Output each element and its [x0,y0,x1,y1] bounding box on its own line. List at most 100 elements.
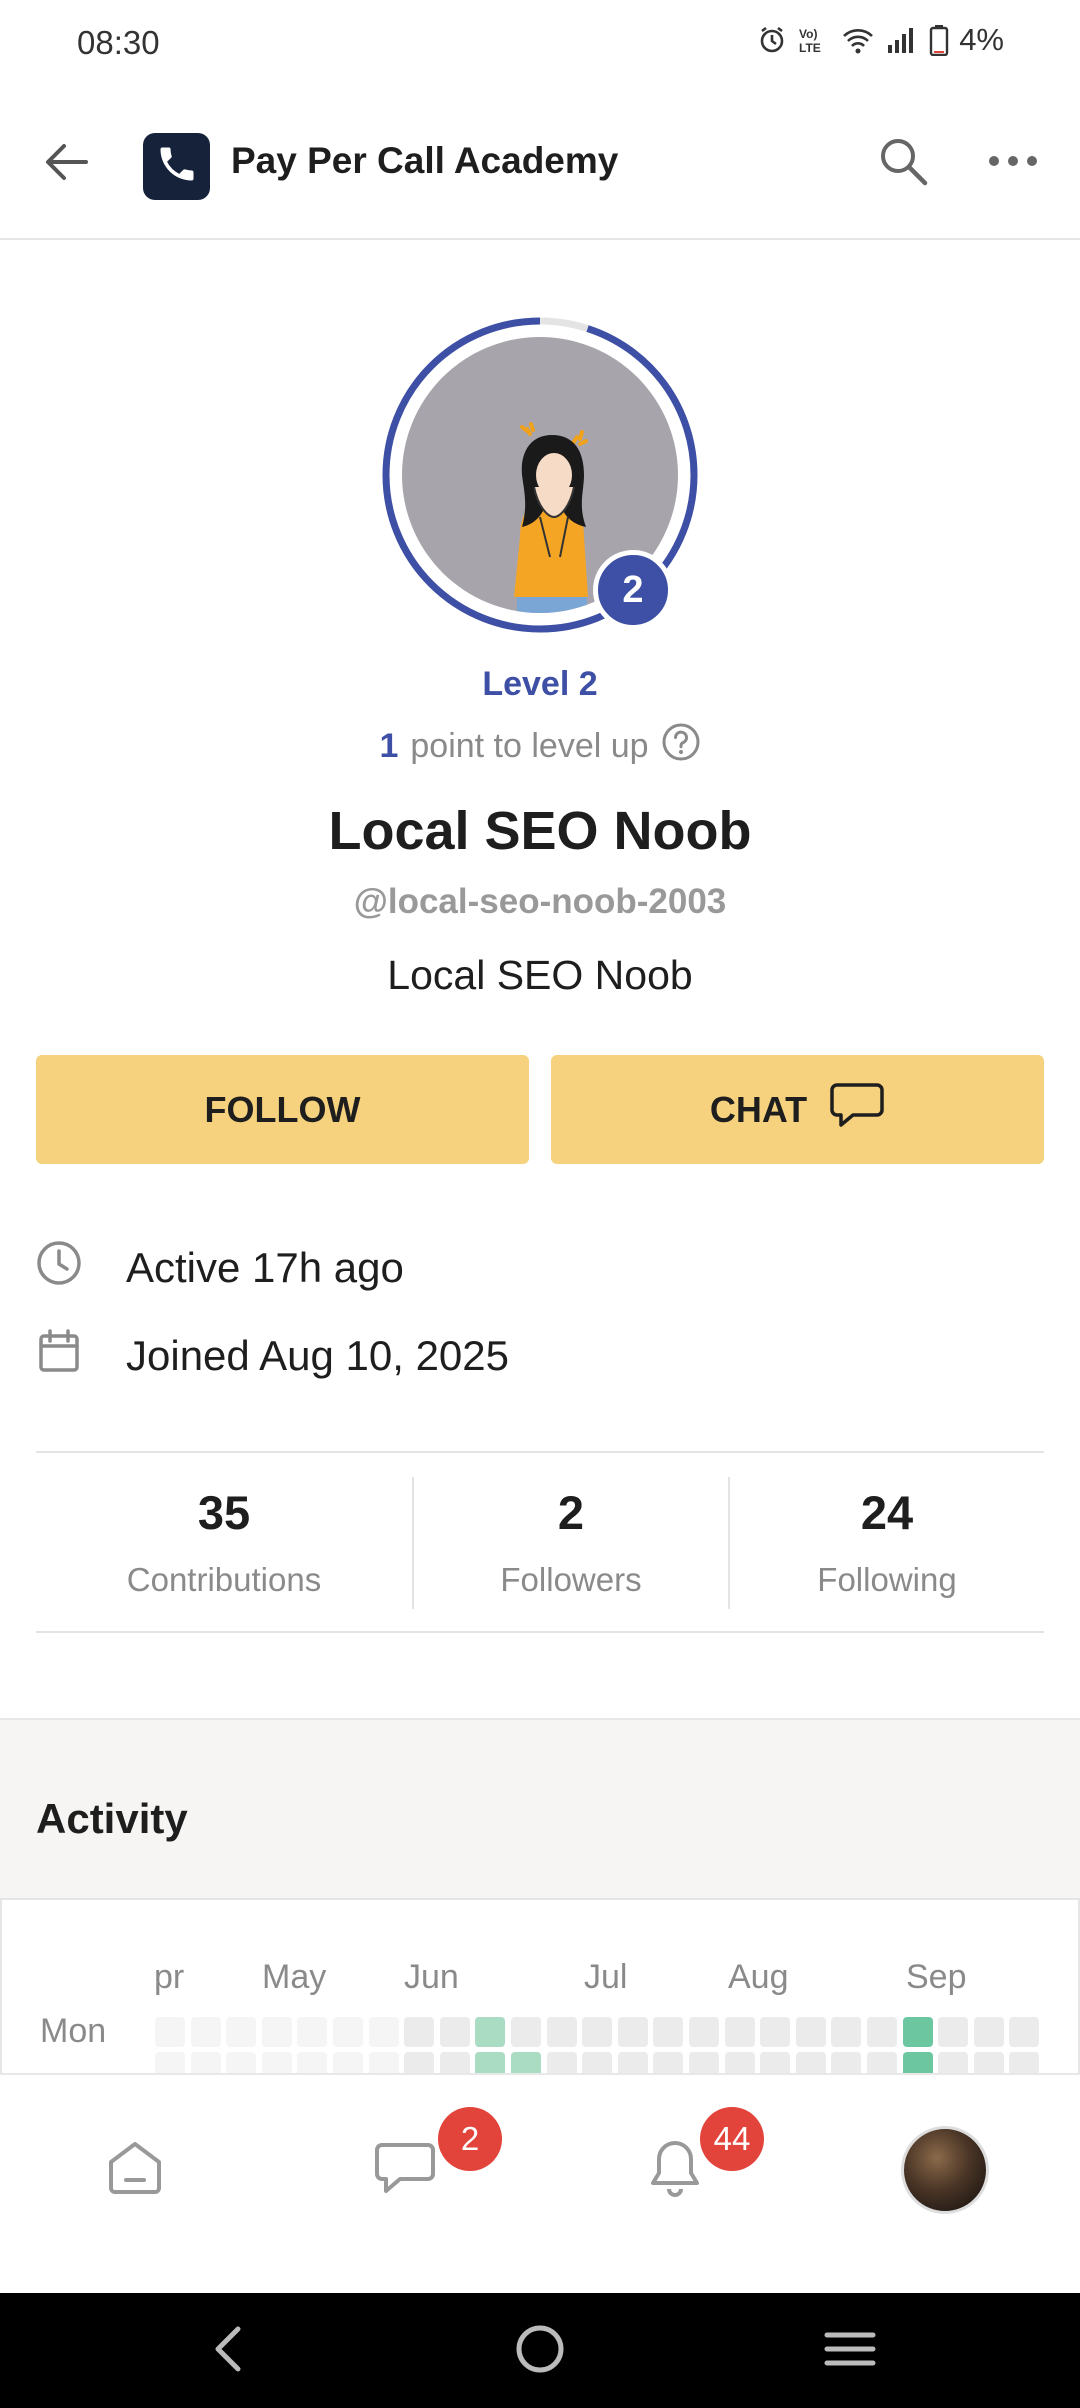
level-up-info: 1 point to level up [0,722,1080,771]
month-label: May [262,1958,327,1996]
heatmap-cell[interactable] [1009,2017,1040,2047]
chat-bubble-icon [829,1081,885,1138]
follow-label: FOLLOW [204,1088,361,1130]
activity-heatmap[interactable]: pr May Jun Jul Aug Sep Mon [0,1898,1080,2078]
month-label: Jun [404,1958,459,1996]
heatmap-cell[interactable] [582,2017,613,2047]
chat-label: CHAT [709,1088,808,1130]
heatmap-cell[interactable] [653,2017,684,2047]
stat-value: 2 [557,1486,585,1539]
system-home-icon [515,2324,565,2379]
follow-button[interactable]: FOLLOW [36,1055,529,1164]
bell-icon [649,2137,701,2204]
day-label: Mon [40,2012,107,2050]
profile-stats: 35 Contributions 2 Followers 24 Followin… [36,1451,1044,1633]
system-back-icon [208,2325,248,2378]
heatmap-cell[interactable] [261,2017,292,2047]
system-home-button[interactable] [495,2313,585,2389]
active-status-row: Active 17h ago [36,1240,404,1296]
nav-profile[interactable] [880,2105,1010,2235]
activity-title: Activity [36,1795,188,1842]
stat-followers[interactable]: 2 Followers [414,1453,728,1631]
system-recents-button[interactable] [805,2313,895,2389]
level-up-text: point to level up [410,727,649,765]
heatmap-cell[interactable] [973,2017,1004,2047]
heatmap-cell[interactable] [902,2017,933,2047]
heatmap-cell[interactable] [475,2017,506,2047]
profile-avatar [901,2126,989,2214]
bottom-nav: 2 44 [0,2073,1080,2295]
month-label: Aug [728,1958,789,1996]
heatmap-cell[interactable] [511,2017,541,2047]
chat-badge: 2 [438,2107,502,2171]
notifications-badge: 44 [700,2107,764,2171]
system-menu-icon [823,2329,877,2374]
search-button[interactable] [865,125,941,201]
heatmap-cell[interactable] [617,2017,648,2047]
points-to-level-up: 1 [379,727,399,765]
heatmap-cell[interactable] [439,2017,470,2047]
month-label: Jul [584,1958,628,1996]
svg-text:Vo): Vo) [799,27,817,41]
joined-row: Joined Aug 10, 2025 [36,1328,509,1384]
month-label: pr [154,1958,185,1996]
back-button[interactable] [30,128,102,200]
alarm-icon [757,25,787,55]
back-arrow-icon [44,142,88,187]
heatmap-cell[interactable] [190,2017,221,2047]
heatmap-cell[interactable] [867,2017,897,2047]
chat-icon [374,2141,436,2200]
more-button[interactable] [975,125,1051,201]
system-nav-bar [0,2293,1080,2408]
battery-icon [929,24,949,56]
heatmap-cell[interactable] [760,2017,791,2047]
display-name: Local SEO Noob [328,801,752,861]
level-label: Level 2 [482,665,598,703]
calendar-icon [36,1328,82,1384]
joined-date: Joined Aug 10, 2025 [126,1332,510,1379]
stat-value: 35 [197,1486,251,1539]
nav-home[interactable] [70,2105,200,2235]
svg-text:LTE: LTE [799,41,821,55]
heatmap-cell[interactable] [155,2017,185,2047]
heatmap-cell[interactable] [724,2017,755,2047]
stat-contributions[interactable]: 35 Contributions [36,1453,412,1631]
heatmap-cell[interactable] [831,2017,862,2047]
more-icon [988,154,1038,172]
level-badge: 2 [593,550,673,630]
signal-icon [885,25,919,55]
stat-label: Contributions [126,1561,322,1598]
app-title: Pay Per Call Academy [231,140,619,181]
stat-label: Following [817,1561,957,1598]
heatmap-cell[interactable] [795,2017,826,2047]
user-bio: Local SEO Noob [387,952,693,998]
heatmap-cell[interactable] [368,2017,399,2047]
heatmap-cell[interactable] [938,2017,969,2047]
heatmap-cell[interactable] [297,2017,328,2047]
app-logo [143,133,210,200]
battery-percent: 4% [959,22,1004,57]
volte-icon: Vo) LTE [797,25,831,55]
month-label: Sep [906,1958,967,1996]
activity-section: Activity pr May Jun Jul Aug Sep Mon [0,1718,1080,2078]
user-handle: @local-seo-noob-2003 [353,882,727,921]
status-icons: Vo) LTE 4% [757,22,1004,58]
home-icon [105,2140,165,2201]
wifi-icon [841,25,875,55]
heatmap-cell[interactable] [404,2017,435,2047]
status-bar: 08:30 Vo) LTE 4% [0,0,1080,90]
heatmap-cell[interactable] [689,2017,719,2047]
search-icon [877,135,929,192]
clock-icon [36,1240,82,1296]
heatmap-cell[interactable] [226,2017,257,2047]
help-icon[interactable] [661,722,701,771]
app-bar: Pay Per Call Academy [0,90,1080,240]
chat-button[interactable]: CHAT [551,1055,1044,1164]
stat-value: 24 [860,1486,914,1539]
heatmap-cell[interactable] [546,2017,577,2047]
system-back-button[interactable] [183,2313,273,2389]
active-status: Active 17h ago [126,1244,404,1291]
stat-following[interactable]: 24 Following [730,1453,1044,1631]
heatmap-cell[interactable] [333,2017,363,2047]
phone-logo-icon [155,142,199,191]
